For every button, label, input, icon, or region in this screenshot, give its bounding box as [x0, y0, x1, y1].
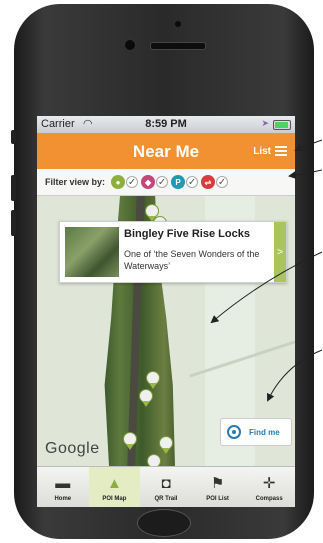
- chevron-right-icon[interactable]: >: [274, 222, 286, 282]
- trail-icon: ●: [111, 175, 126, 189]
- poi-description: One of ‘the Seven Wonders of the Waterwa…: [124, 249, 260, 271]
- tab-poi-list[interactable]: ⚑ POI List: [192, 467, 244, 507]
- compass-icon: ✛: [262, 474, 276, 492]
- flag-icon: ⚑: [210, 474, 225, 492]
- earpiece-speaker: [150, 42, 206, 50]
- rail-icon: ⇌: [201, 175, 216, 189]
- tab-qr-trail[interactable]: ◘ QR Trail: [140, 467, 192, 507]
- filter-chip-food[interactable]: ◆ ✓: [141, 175, 169, 189]
- front-camera: [124, 39, 136, 51]
- poi-pin[interactable]: [147, 454, 161, 466]
- poi-pin[interactable]: [146, 371, 160, 389]
- filter-chip-parking[interactable]: P ✓: [171, 175, 199, 189]
- checkmark-icon: ✓: [216, 176, 229, 188]
- poi-callout[interactable]: Bingley Five Rise Locks One of ‘the Seve…: [59, 221, 287, 283]
- poi-pin[interactable]: [139, 389, 153, 407]
- volume-down-button[interactable]: [11, 210, 16, 236]
- tab-label: Compass: [255, 495, 283, 502]
- tab-compass[interactable]: ✛ Compass: [243, 467, 295, 507]
- google-logo: Google: [45, 440, 100, 457]
- checkmark-icon: ✓: [186, 176, 199, 188]
- filter-chip-trail[interactable]: ● ✓: [111, 175, 139, 189]
- app-screen: Carrier ◠ 8:59 PM ➤ Near Me List Filter …: [37, 116, 295, 507]
- boat-icon: ▬: [55, 474, 71, 492]
- poi-title: Bingley Five Rise Locks: [124, 228, 250, 240]
- tab-home[interactable]: ▬ Home: [37, 467, 89, 507]
- find-me-label: Find me: [249, 427, 280, 437]
- checkmark-icon: ✓: [126, 176, 139, 188]
- location-arrow-icon: ➤: [261, 118, 269, 128]
- camera-icon: ◘: [161, 474, 171, 492]
- filter-label: Filter view by:: [45, 177, 106, 187]
- tab-bar: ▬ Home ▲ POI Map ◘ QR Trail ⚑ POI List ✛…: [37, 466, 295, 507]
- food-icon: ◆: [141, 175, 156, 189]
- battery-icon: [273, 120, 291, 130]
- tab-label: POI List: [206, 495, 229, 502]
- tab-label: Home: [54, 495, 72, 502]
- checkmark-icon: ✓: [156, 176, 169, 188]
- find-me-button[interactable]: Find me: [220, 418, 292, 446]
- front-sensor: [175, 21, 181, 27]
- nav-bar: Near Me List: [37, 133, 295, 169]
- volume-up-button[interactable]: [11, 175, 16, 201]
- list-view-label: List: [253, 145, 271, 157]
- map-icon: ▲: [106, 474, 122, 492]
- status-bar: Carrier ◠ 8:59 PM ➤: [37, 116, 295, 133]
- filter-bar: Filter view by: ● ✓ ◆ ✓ P ✓ ⇌ ✓: [37, 169, 295, 196]
- mute-switch[interactable]: [11, 130, 16, 144]
- poi-pin[interactable]: [159, 436, 173, 454]
- tab-label: POI Map: [102, 495, 127, 502]
- tab-poi-map[interactable]: ▲ POI Map: [88, 467, 141, 507]
- list-icon: [275, 144, 287, 158]
- poi-thumbnail: [65, 227, 119, 277]
- home-button[interactable]: [137, 509, 191, 537]
- tab-label: QR Trail: [154, 495, 178, 502]
- filter-chip-rail[interactable]: ⇌ ✓: [201, 175, 229, 189]
- poi-pin[interactable]: [123, 432, 137, 450]
- status-time: 8:59 PM: [145, 118, 187, 130]
- list-view-button[interactable]: List: [253, 144, 287, 158]
- crosshair-icon: [227, 425, 241, 439]
- parking-icon: P: [171, 175, 186, 189]
